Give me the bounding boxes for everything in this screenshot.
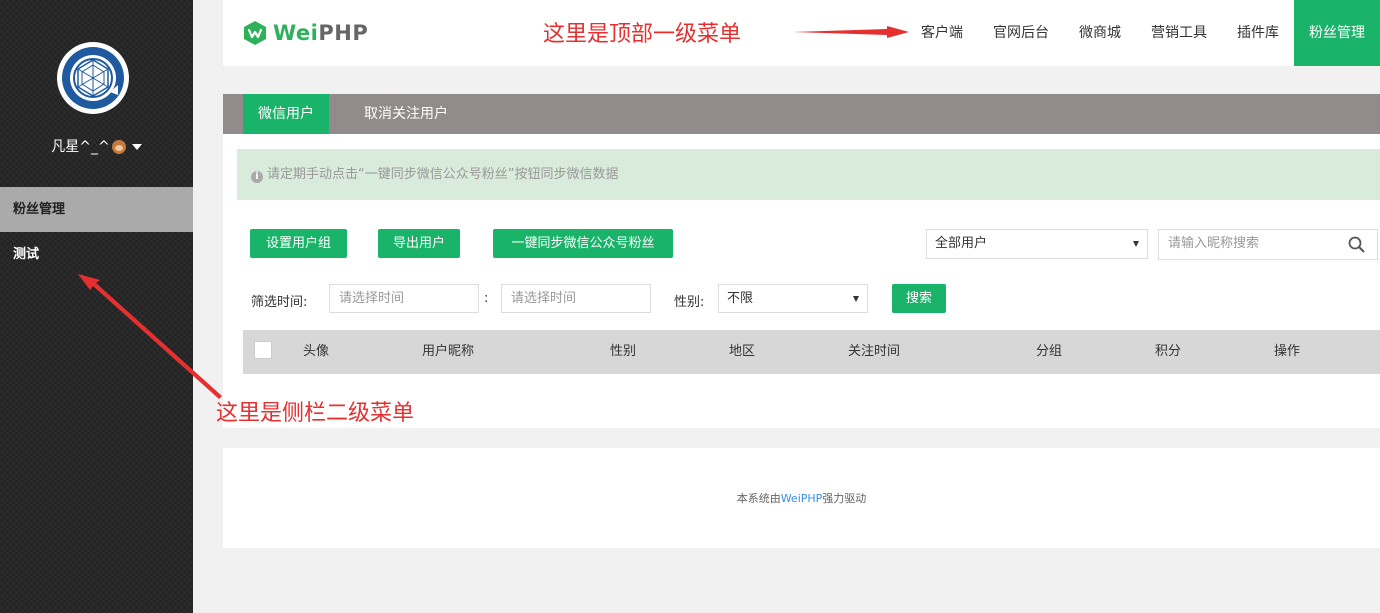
logo-text-wei: Wei <box>273 21 319 45</box>
column-region: 地区 <box>729 344 756 359</box>
nav-client[interactable]: 客户端 <box>906 0 978 66</box>
avatar[interactable] <box>57 42 129 114</box>
sync-alert: i 请定期手动点击“一键同步微信公众号粉丝”按钮同步微信数据 <box>237 149 1380 200</box>
tab-bar: 微信用户 取消关注用户 <box>223 94 1380 134</box>
nav-official-backend[interactable]: 官网后台 <box>978 0 1064 66</box>
export-users-button[interactable]: 导出用户 <box>378 229 460 258</box>
nav-marketing-tools[interactable]: 营销工具 <box>1136 0 1222 66</box>
gender-label: 性别: <box>674 295 705 310</box>
top-header: WeiPHP 这里是顶部一级菜单 客户端 官网后台 微商城 营销工具 插件库 粉… <box>223 0 1380 66</box>
monkey-emoji-icon <box>111 140 126 154</box>
user-name: 凡星^_^ <box>51 139 110 155</box>
column-gender: 性别 <box>610 344 637 359</box>
end-time-input[interactable]: 请选择时间 <box>501 284 651 313</box>
side-menu-annotation: 这里是侧栏二级菜单 <box>216 401 415 426</box>
nickname-search-placeholder: 请输入昵称搜索 <box>1168 236 1260 251</box>
tab-unsubscribed-users[interactable]: 取消关注用户 <box>364 94 448 134</box>
column-actions: 操作 <box>1274 344 1301 359</box>
gender-value: 不限 <box>727 291 754 306</box>
logo[interactable]: WeiPHP <box>242 20 368 46</box>
alert-text: 请定期手动点击“一键同步微信公众号粉丝”按钮同步微信数据 <box>267 167 619 182</box>
nickname-search-input[interactable]: 请输入昵称搜索 <box>1158 229 1378 260</box>
search-button[interactable]: 搜索 <box>892 284 946 313</box>
user-menu[interactable]: 凡星^_^ <box>0 136 193 156</box>
info-icon: i <box>251 171 263 183</box>
start-time-input[interactable]: 请选择时间 <box>329 284 479 313</box>
annotation-arrow-right-icon <box>793 26 909 38</box>
search-icon[interactable] <box>1348 236 1365 253</box>
tab-wechat-users[interactable]: 微信用户 <box>243 94 329 134</box>
logo-text: WeiPHP <box>273 21 368 45</box>
side-item-fans[interactable]: 粉丝管理 <box>0 187 193 232</box>
column-follow-time: 关注时间 <box>848 344 901 359</box>
start-time-placeholder: 请选择时间 <box>339 291 405 306</box>
top-menu-annotation: 这里是顶部一级菜单 <box>543 22 742 47</box>
logo-text-php: PHP <box>318 21 369 45</box>
end-time-placeholder: 请选择时间 <box>511 291 577 306</box>
footer-text: 本系统由WeiPHP强力驱动 <box>223 490 1380 506</box>
nav-plugin-library[interactable]: 插件库 <box>1222 0 1294 66</box>
nav-fans-management[interactable]: 粉丝管理 <box>1294 0 1380 66</box>
column-avatar: 头像 <box>303 344 330 359</box>
table-header: 头像 用户昵称 性别 地区 关注时间 分组 积分 操作 <box>243 330 1380 374</box>
footer: 本系统由WeiPHP强力驱动 <box>223 448 1380 548</box>
top-nav: 客户端 官网后台 微商城 营销工具 插件库 粉丝管理 <box>906 0 1380 66</box>
annotation-arrow-up-left-icon <box>78 274 222 399</box>
set-group-button[interactable]: 设置用户组 <box>250 229 347 258</box>
dropdown-arrow-icon <box>853 296 859 302</box>
main-panel: 微信用户 取消关注用户 i 请定期手动点击“一键同步微信公众号粉丝”按钮同步微信数… <box>223 94 1380 428</box>
footer-suffix: 强力驱动 <box>822 492 867 505</box>
column-group: 分组 <box>1036 344 1063 359</box>
avatar-logo-icon <box>62 47 124 109</box>
select-all-checkbox[interactable] <box>254 341 272 359</box>
time-separator: : <box>484 291 489 306</box>
user-filter-value: 全部用户 <box>935 236 988 251</box>
caret-down-icon <box>131 144 142 150</box>
footer-prefix: 本系统由 <box>736 492 781 505</box>
sync-fans-button[interactable]: 一键同步微信公众号粉丝 <box>493 229 673 258</box>
column-nickname: 用户昵称 <box>422 344 475 359</box>
column-points: 积分 <box>1155 344 1182 359</box>
gender-select[interactable]: 不限 <box>718 284 868 313</box>
weiphp-logo-icon <box>244 21 266 45</box>
footer-brand-link[interactable]: WeiPHP <box>781 492 823 505</box>
dropdown-arrow-icon <box>1133 241 1139 247</box>
time-filter-label: 筛选时间: <box>251 295 308 310</box>
side-menu: 粉丝管理 测试 <box>0 187 193 277</box>
nav-micro-mall[interactable]: 微商城 <box>1064 0 1136 66</box>
user-filter-select[interactable]: 全部用户 <box>926 229 1148 259</box>
